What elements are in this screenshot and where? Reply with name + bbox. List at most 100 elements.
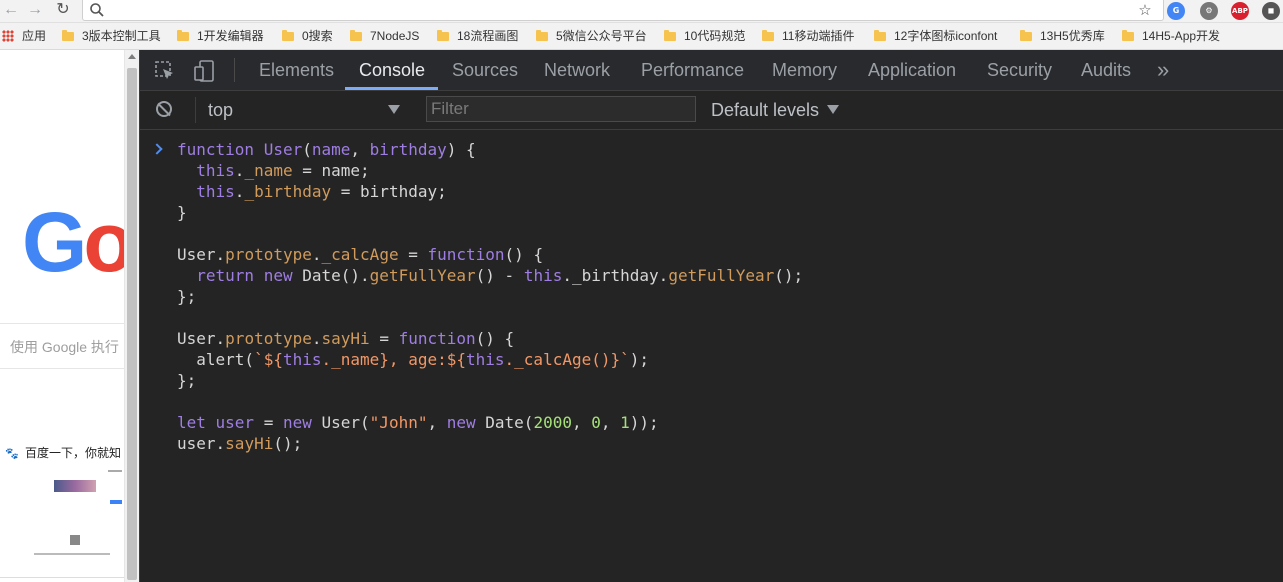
bookmark-folder[interactable]: 0搜索 <box>282 23 333 49</box>
code-line: }; <box>177 286 803 307</box>
code-token: () - <box>475 266 524 285</box>
code-line: user.sayHi(); <box>177 433 803 454</box>
abp-icon[interactable]: ABP <box>1231 2 1249 20</box>
folder-icon <box>1122 30 1134 41</box>
code-token: } <box>177 203 187 222</box>
page-scrollbar[interactable] <box>124 50 139 582</box>
tab-sources[interactable]: Sources <box>452 50 518 90</box>
code-token: = <box>254 413 283 432</box>
bookmark-apps[interactable]: 应用 <box>2 23 46 49</box>
tab-security[interactable]: Security <box>987 50 1052 90</box>
clear-console-icon[interactable] <box>156 101 172 117</box>
bookmark-folder[interactable]: 11移动端插件 <box>762 23 854 49</box>
code-token: () { <box>475 329 515 348</box>
tab-audits[interactable]: Audits <box>1081 50 1131 90</box>
code-token: ); <box>629 350 650 369</box>
baidu-result[interactable]: 🐾 百度一下，你就知 <box>5 444 121 461</box>
code-token: sayHi <box>321 329 370 348</box>
search-hint[interactable]: 使用 Google 执行 <box>0 323 124 369</box>
bookmark-folder[interactable]: 18流程画图 <box>437 23 518 49</box>
bookmark-folder[interactable]: 7NodeJS <box>350 23 419 49</box>
bookmark-label: 1开发编辑器 <box>197 29 264 43</box>
inspect-element-icon[interactable] <box>154 60 176 82</box>
code-token: }` <box>610 350 630 369</box>
extension-icon[interactable]: ◼ <box>1262 2 1280 20</box>
divider <box>0 577 124 578</box>
search-icon <box>90 3 104 17</box>
folder-icon <box>874 30 886 41</box>
code-token: `${ <box>254 350 283 369</box>
tab-application[interactable]: Application <box>868 50 956 90</box>
code-token: ._calcAge() <box>504 350 611 369</box>
forward-arrow-icon: → <box>27 1 43 18</box>
code-token: let <box>177 413 216 432</box>
bookmarks-bar: 应用 3版本控制工具 1开发编辑器 0搜索 7NodeJS 18流程画图 5微信… <box>0 23 1283 50</box>
tab-console[interactable]: Console <box>359 50 425 90</box>
bookmark-label: 0搜索 <box>302 29 333 43</box>
address-bar[interactable] <box>82 0 1164 21</box>
code-token: ) { <box>446 140 476 159</box>
thumbnail-line <box>108 470 122 472</box>
folder-icon <box>1020 30 1032 41</box>
tab-network[interactable]: Network <box>544 50 610 90</box>
bookmark-folder[interactable]: 14H5-App开发 <box>1122 23 1220 49</box>
caret-down-icon <box>827 105 840 114</box>
code-token: user <box>215 413 255 432</box>
code-token: = name; <box>292 161 370 180</box>
bookmark-folder[interactable]: 13H5优秀库 <box>1020 23 1105 49</box>
context-value: top <box>208 100 234 120</box>
console-input-code[interactable]: function User(name, birthday) { this._na… <box>177 139 803 454</box>
reload-button[interactable]: ↻ <box>52 0 74 22</box>
bookmark-label: 5微信公众号平台 <box>556 29 647 43</box>
scroll-thumb[interactable] <box>127 68 137 580</box>
bookmark-folder[interactable]: 10代码规范 <box>664 23 745 49</box>
devtools-panel: Elements Console Sources Network Perform… <box>139 50 1283 582</box>
code-token: prototype <box>225 245 312 264</box>
code-token: Date( <box>485 413 534 432</box>
code-token: , <box>427 413 447 432</box>
scroll-up-icon[interactable] <box>128 54 136 59</box>
code-token: ._birthday. <box>562 266 669 285</box>
code-token: "John" <box>369 413 428 432</box>
translate-icon[interactable]: G <box>1167 2 1185 20</box>
code-token: prototype <box>225 329 312 348</box>
more-tabs-icon[interactable]: » <box>1157 50 1169 90</box>
bookmark-label: 13H5优秀库 <box>1040 29 1105 43</box>
code-token: function <box>427 245 505 264</box>
code-token: User. <box>177 329 226 348</box>
code-token: Date(). <box>302 266 370 285</box>
code-token: = birthday; <box>331 182 447 201</box>
bookmark-folder[interactable]: 5微信公众号平台 <box>536 23 647 49</box>
thumbnail-image <box>54 480 96 492</box>
bookmark-folder[interactable]: 12字体图标iconfont <box>874 23 997 49</box>
reload-icon: ↻ <box>56 1 70 18</box>
console-output[interactable]: function User(name, birthday) { this._na… <box>140 130 1283 582</box>
code-token: , <box>350 140 370 159</box>
bookmark-label: 14H5-App开发 <box>1142 29 1221 43</box>
bookmark-folder[interactable]: 1开发编辑器 <box>177 23 264 49</box>
context-selector[interactable]: top <box>195 97 408 123</box>
tab-memory[interactable]: Memory <box>772 50 837 90</box>
browser-toolbar: ← → ↻ ☆ G ⚙ ABP ◼ <box>0 0 1283 23</box>
bookmark-star-icon[interactable]: ☆ <box>1134 0 1156 22</box>
back-arrow-icon: ← <box>3 1 19 18</box>
forward-button[interactable]: → <box>24 0 46 22</box>
bookmark-folder[interactable]: 3版本控制工具 <box>62 23 161 49</box>
device-toolbar-icon[interactable] <box>194 60 216 82</box>
tab-elements[interactable]: Elements <box>259 50 334 90</box>
log-levels-dropdown[interactable]: Default levels <box>711 98 840 122</box>
folder-icon <box>762 30 774 41</box>
dropdown-arrow-icon <box>388 105 400 114</box>
code-line: let user = new User("John", new Date(200… <box>177 412 803 433</box>
settings-extension-icon[interactable]: ⚙ <box>1200 2 1218 20</box>
back-button[interactable]: ← <box>0 0 22 22</box>
code-token: }; <box>177 371 197 390</box>
code-token: }; <box>177 287 197 306</box>
tab-performance[interactable]: Performance <box>641 50 744 90</box>
code-line: alert(`${this._name}, age:${this._calcAg… <box>177 349 803 370</box>
filter-input[interactable] <box>426 96 696 122</box>
code-token: . <box>311 245 322 264</box>
